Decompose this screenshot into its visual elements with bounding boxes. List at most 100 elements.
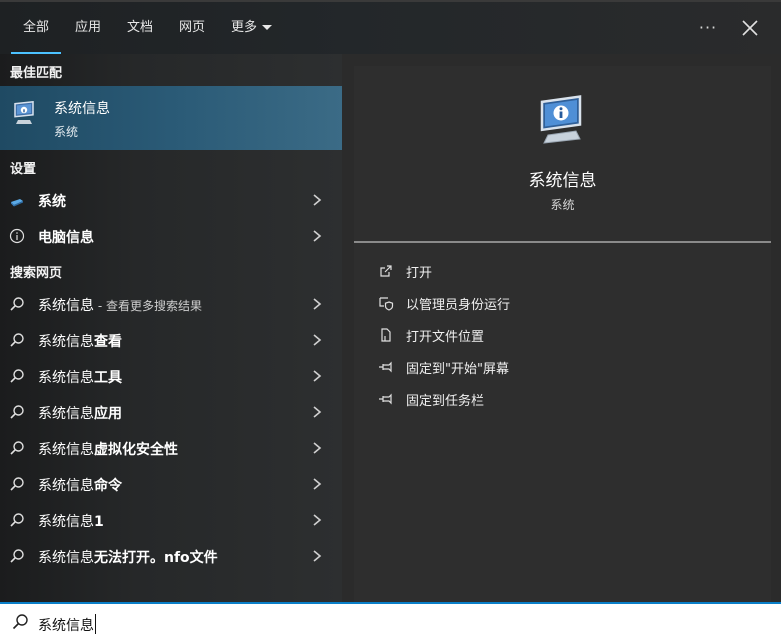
chevron-right-icon <box>313 334 322 346</box>
tab-apps[interactable]: 应用 <box>75 18 101 38</box>
web-result-item[interactable]: 系统信息无法打开。nfo文件 <box>0 539 342 573</box>
web-result-query: 系统信息 <box>38 550 94 566</box>
shield-icon <box>379 297 394 311</box>
web-result-label: 系统信息1 <box>38 511 104 531</box>
action-pin-to-start[interactable]: 固定到"开始"屏幕 <box>354 354 771 380</box>
action-open-file-location[interactable]: 打开文件位置 <box>354 322 771 348</box>
search-input-value: 系统信息 <box>38 618 94 634</box>
tab-web[interactable]: 网页 <box>179 18 205 38</box>
action-open[interactable]: 打开 <box>354 258 771 284</box>
web-result-completion: 查看 <box>94 334 122 350</box>
chevron-right-icon <box>313 442 322 454</box>
best-match-subtitle: 系统 <box>54 125 79 139</box>
search-input[interactable]: 系统信息 <box>38 614 96 635</box>
web-result-completion: 无法打开。nfo文件 <box>94 550 218 566</box>
chevron-right-icon <box>313 298 322 310</box>
action-label: 打开 <box>406 266 433 281</box>
search-box[interactable]: 系统信息 <box>0 602 781 642</box>
chevron-right-icon <box>313 230 322 242</box>
settings-item-pc-info[interactable]: 电脑信息 <box>0 219 342 253</box>
settings-item-system[interactable]: 系统 <box>0 183 342 217</box>
detail-subtitle: 系统 <box>550 198 575 212</box>
chevron-right-icon <box>313 194 322 206</box>
web-result-completion: 应用 <box>94 406 122 422</box>
chevron-right-icon <box>313 370 322 382</box>
pin-icon <box>379 393 392 405</box>
web-result-item[interactable]: 系统信息1 <box>0 503 342 537</box>
tab-all[interactable]: 全部 <box>10 18 62 55</box>
detail-title: 系统信息 <box>528 171 597 191</box>
web-result-query: 系统信息 <box>38 334 94 350</box>
open-icon <box>380 265 392 277</box>
best-match-item[interactable]: 系统信息 系统 <box>0 86 342 150</box>
web-result-label: 系统信息应用 <box>38 403 122 423</box>
section-web: 搜索网页 <box>10 266 63 281</box>
close-button[interactable] <box>740 17 760 39</box>
divider <box>354 241 771 243</box>
web-result-label: 系统信息虚拟化安全性 <box>38 439 178 459</box>
search-icon <box>12 614 28 630</box>
tab-documents[interactable]: 文档 <box>127 18 153 38</box>
search-icon <box>10 297 24 311</box>
search-icon <box>10 513 24 527</box>
search-window: 全部 应用 文档 网页 更多 ··· 最佳匹配 系统信息 系统 设置 系统 电脑… <box>0 0 781 642</box>
detail-pane: 系统信息 系统 打开 以管理员身份运行 打开文件位置 固定到"开始"屏幕 固定到… <box>354 66 771 602</box>
action-label: 固定到"开始"屏幕 <box>406 362 509 377</box>
web-result-item[interactable]: 系统信息应用 <box>0 395 342 429</box>
web-result-query: 系统信息 <box>38 514 94 530</box>
file-location-icon <box>381 328 391 342</box>
system-information-icon <box>14 101 34 124</box>
action-label: 固定到任务栏 <box>406 394 485 409</box>
web-result-completion: 虚拟化安全性 <box>94 442 178 458</box>
web-result-item[interactable]: 系统信息 - 查看更多搜索结果 <box>0 287 342 321</box>
tab-more-label: 更多 <box>231 20 258 35</box>
web-result-query: 系统信息 <box>38 478 94 494</box>
chevron-right-icon <box>313 478 322 490</box>
web-result-label: 系统信息查看 <box>38 331 122 351</box>
web-result-label: 系统信息工具 <box>38 367 122 387</box>
system-information-icon <box>540 95 582 144</box>
web-result-suffix: - 查看更多搜索结果 <box>94 299 202 313</box>
web-result-completion: 命令 <box>94 478 122 494</box>
web-result-query: 系统信息 <box>38 406 94 422</box>
chevron-down-icon <box>262 25 273 30</box>
web-result-item[interactable]: 系统信息命令 <box>0 467 342 501</box>
search-icon <box>10 333 24 347</box>
action-pin-to-taskbar[interactable]: 固定到任务栏 <box>354 386 771 412</box>
web-result-completion: 工具 <box>94 370 122 386</box>
search-icon <box>10 441 24 455</box>
web-result-label: 系统信息命令 <box>38 475 122 495</box>
search-icon <box>10 405 24 419</box>
info-icon <box>9 228 25 244</box>
web-result-item[interactable]: 系统信息虚拟化安全性 <box>0 431 342 465</box>
settings-item-label: 电脑信息 <box>38 230 94 246</box>
top-bar: 全部 应用 文档 网页 更多 ··· <box>0 0 781 55</box>
ellipsis-icon[interactable]: ··· <box>698 16 718 40</box>
web-result-query: 系统信息 <box>38 298 94 314</box>
results-pane: 最佳匹配 系统信息 系统 设置 系统 电脑信息 搜索网页 系统信息 - 查看更多… <box>0 54 342 602</box>
close-icon <box>742 20 758 36</box>
search-icon <box>10 549 24 563</box>
chevron-right-icon <box>313 406 322 418</box>
web-result-query: 系统信息 <box>38 442 94 458</box>
chevron-right-icon <box>313 550 322 562</box>
section-best-match: 最佳匹配 <box>10 66 63 81</box>
search-icon <box>10 477 24 491</box>
tab-more[interactable]: 更多 <box>231 18 273 38</box>
web-result-item[interactable]: 系统信息查看 <box>0 323 342 357</box>
text-cursor <box>95 614 96 634</box>
settings-item-label: 系统 <box>38 194 66 210</box>
system-icon <box>11 199 23 207</box>
action-label: 打开文件位置 <box>406 330 485 345</box>
web-result-label: 系统信息 - 查看更多搜索结果 <box>38 295 202 315</box>
web-result-completion: 1 <box>94 514 104 530</box>
pin-icon <box>379 361 392 373</box>
action-run-as-admin[interactable]: 以管理员身份运行 <box>354 290 771 316</box>
chevron-right-icon <box>313 514 322 526</box>
best-match-title: 系统信息 <box>54 101 110 117</box>
section-settings: 设置 <box>10 162 37 177</box>
web-result-item[interactable]: 系统信息工具 <box>0 359 342 393</box>
web-result-label: 系统信息无法打开。nfo文件 <box>38 547 218 567</box>
action-label: 以管理员身份运行 <box>406 298 511 313</box>
web-result-query: 系统信息 <box>38 370 94 386</box>
